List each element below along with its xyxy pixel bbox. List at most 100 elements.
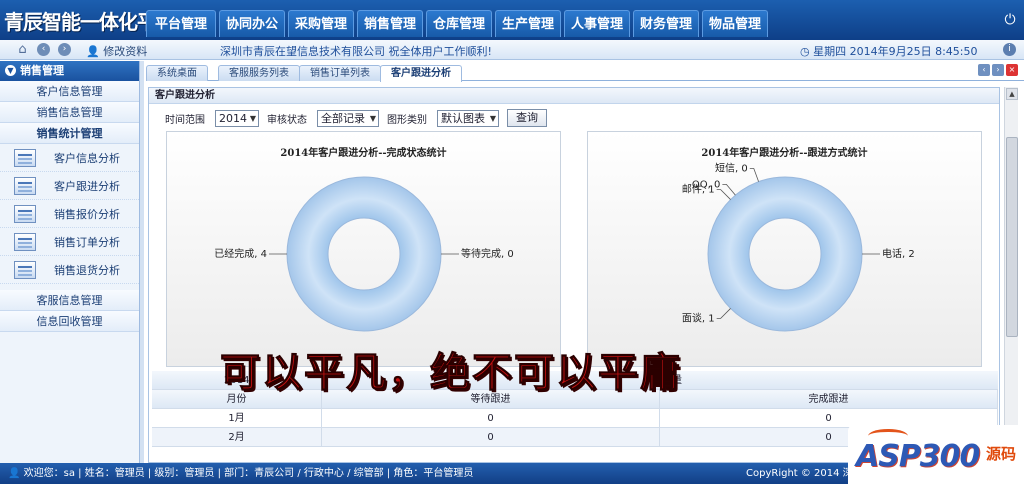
app-window: 青辰智能一体化平台 平台管理 协同办公 采购管理 销售管理 仓库管理 生产管理 …: [0, 0, 1024, 484]
user-icon: 👤: [8, 468, 21, 479]
panel-title: 客户跟进分析: [149, 88, 999, 104]
leader-line: [749, 168, 759, 182]
sidebar-header-label: 销售管理: [20, 64, 64, 77]
chart-method: 2014年客户跟进分析--跟进方式统计 电话, 2 面谈, 1 邮件, 1 QQ, 0…: [587, 131, 982, 367]
sidebar-item-sales-info[interactable]: 销售信息管理: [0, 102, 139, 123]
nav-platform[interactable]: 平台管理: [146, 10, 216, 37]
leader-line: [716, 189, 731, 200]
sidebar-sub-order-analysis[interactable]: 销售订单分析: [0, 228, 139, 256]
watermark-cn: 源码: [986, 445, 1017, 463]
tab-prev-icon[interactable]: ‹: [978, 64, 990, 76]
slice-label: QQ, 0: [692, 179, 720, 190]
footer-user-info: 👤 欢迎您：sa | 姓名：管理员 | 级别：管理员 | 部门：青辰公司 / 行…: [8, 463, 473, 484]
tab-followup-analysis[interactable]: 客户跟进分析: [380, 65, 462, 82]
chevron-down-icon: ▼: [5, 65, 16, 76]
nav-warehouse[interactable]: 仓库管理: [426, 10, 492, 37]
date-display: ◷ 星期四 2014年9月25日 8:45:50: [800, 43, 978, 59]
tab-order-list[interactable]: 销售订单列表: [299, 65, 381, 81]
vertical-scrollbar[interactable]: ▲ ▼: [1004, 87, 1018, 463]
nav-finance[interactable]: 财务管理: [633, 10, 699, 37]
marquee-text: 深圳市青辰在望信息技术有限公司 祝全体用户工作顺利!: [220, 45, 492, 58]
chart-type-select[interactable]: 默认图表: [437, 109, 499, 127]
user-icon: 👤: [86, 45, 100, 58]
tab-service-list[interactable]: 客服服务列表: [218, 65, 300, 81]
main-nav: 平台管理 协同办公 采购管理 销售管理 仓库管理 生产管理 人事管理 财务管理 …: [146, 10, 768, 37]
table-cell: 1月: [152, 409, 322, 427]
report-icon: [14, 232, 36, 251]
sidebar-sub-label: 销售订单分析: [54, 235, 120, 249]
nav-goods[interactable]: 物品管理: [702, 10, 768, 37]
sidebar: ▼ 销售管理 客户信息管理 销售信息管理 销售统计管理 客户信息分析 客户跟进分…: [0, 61, 140, 463]
sidebar-sub-label: 销售退货分析: [54, 263, 120, 277]
chart-type-label: 图形类别: [387, 114, 427, 126]
tab-close-icon[interactable]: ×: [1006, 64, 1018, 76]
top-header: 青辰智能一体化平台 平台管理 协同办公 采购管理 销售管理 仓库管理 生产管理 …: [0, 0, 1024, 40]
tab-next-icon[interactable]: ›: [992, 64, 1004, 76]
slice-label: 面谈, 1: [682, 311, 715, 324]
slice-label: 短信, 0: [715, 162, 748, 175]
info-bar: ⌂ ‹ › 👤 修改资料 深圳市青辰在望信息技术有限公司 祝全体用户工作顺利! …: [0, 40, 1024, 60]
query-button[interactable]: 查询: [507, 109, 547, 127]
back-icon[interactable]: ‹: [37, 43, 50, 56]
report-icon: [14, 176, 36, 195]
footer-copyright: CopyRight © 2014 深圳: [746, 468, 863, 479]
scroll-thumb[interactable]: [1006, 137, 1018, 337]
watermark-text: ASP300: [856, 439, 980, 474]
time-range-select[interactable]: 2014: [215, 109, 259, 127]
sidebar-sub-label: 销售报价分析: [54, 207, 120, 221]
report-icon: [14, 204, 36, 223]
chart-status: 2014年客户跟进分析--完成状态统计 已经完成, 4 等待完成, 0: [166, 131, 561, 367]
content-panel: 客户跟进分析 时间范围 2014 审核状态 全部记录 图形类别 默认图表 查询 …: [148, 87, 1000, 463]
nav-hr[interactable]: 人事管理: [564, 10, 630, 37]
watermark-logo: ASP300 源码: [848, 425, 1024, 484]
nav-purchase[interactable]: 采购管理: [288, 10, 354, 37]
quick-icons: ⌂ ‹ ›: [16, 43, 71, 56]
slogan-overlay: 可以平凡，绝不可以平庸: [220, 350, 682, 397]
sidebar-item-customer-info[interactable]: 客户信息管理: [0, 81, 139, 102]
sidebar-sub-quote-analysis[interactable]: 销售报价分析: [0, 200, 139, 228]
clock-icon: ◷: [800, 45, 810, 58]
slice-label: 电话, 2: [882, 247, 915, 260]
nav-sales[interactable]: 销售管理: [357, 10, 423, 37]
leader-line: [716, 308, 731, 319]
sidebar-item-service-info[interactable]: 客服信息管理: [0, 290, 139, 311]
power-icon[interactable]: ⏻: [1002, 12, 1018, 28]
slice-label: 等待完成, 0: [461, 247, 514, 260]
sidebar-sub-return-analysis[interactable]: 销售退货分析: [0, 256, 139, 284]
status-select[interactable]: 全部记录: [317, 109, 379, 127]
sidebar-item-recycle-info[interactable]: 信息回收管理: [0, 311, 139, 332]
nav-office[interactable]: 协同办公: [219, 10, 285, 37]
forward-icon[interactable]: ›: [58, 43, 71, 56]
table-cell: 0: [322, 409, 660, 427]
report-icon: [14, 260, 36, 279]
col-done: 完成跟进: [660, 390, 998, 408]
donut-chart-method: 电话, 2面谈, 1邮件, 1QQ, 0短信, 0: [682, 162, 915, 332]
donut-chart-status: 已经完成, 4 等待完成, 0: [214, 176, 514, 332]
nav-production[interactable]: 生产管理: [495, 10, 561, 37]
tab-controls: ‹ › ×: [978, 64, 1018, 76]
report-icon: [14, 148, 36, 167]
footer-user-text: 欢迎您：sa | 姓名：管理员 | 级别：管理员 | 部门：青辰公司 / 行政中…: [23, 468, 474, 479]
info-icon[interactable]: i: [1003, 43, 1016, 56]
table-cell: 2月: [152, 428, 322, 446]
edit-profile-label: 修改资料: [103, 45, 148, 58]
datetime: 2014年9月25日 8:45:50: [849, 45, 978, 58]
tab-desktop[interactable]: 系统桌面: [146, 65, 208, 81]
sidebar-sub-customer-analysis[interactable]: 客户信息分析: [0, 144, 139, 172]
home-icon[interactable]: ⌂: [16, 43, 29, 56]
sidebar-sub-followup-analysis[interactable]: 客户跟进分析: [0, 172, 139, 200]
sidebar-sub-label: 客户跟进分析: [54, 179, 120, 193]
sidebar-header[interactable]: ▼ 销售管理: [0, 61, 139, 81]
tab-bar: 系统桌面 客服服务列表 销售订单列表 客户跟进分析 ‹ › ×: [146, 63, 1024, 82]
scroll-up-icon[interactable]: ▲: [1006, 88, 1018, 100]
sidebar-sub-label: 客户信息分析: [54, 151, 120, 165]
weekday: 星期四: [813, 45, 847, 58]
time-range-label: 时间范围: [165, 114, 205, 126]
sidebar-item-sales-stats[interactable]: 销售统计管理: [0, 123, 139, 144]
donut-ring: [286, 176, 442, 332]
sidebar-splitter[interactable]: [140, 61, 144, 463]
slice-label: 已经完成, 4: [214, 247, 267, 260]
table-cell: 0: [322, 428, 660, 446]
filter-toolbar: 时间范围 2014 审核状态 全部记录 图形类别 默认图表 查询: [165, 108, 547, 128]
edit-profile-link[interactable]: 👤 修改资料: [86, 43, 147, 59]
